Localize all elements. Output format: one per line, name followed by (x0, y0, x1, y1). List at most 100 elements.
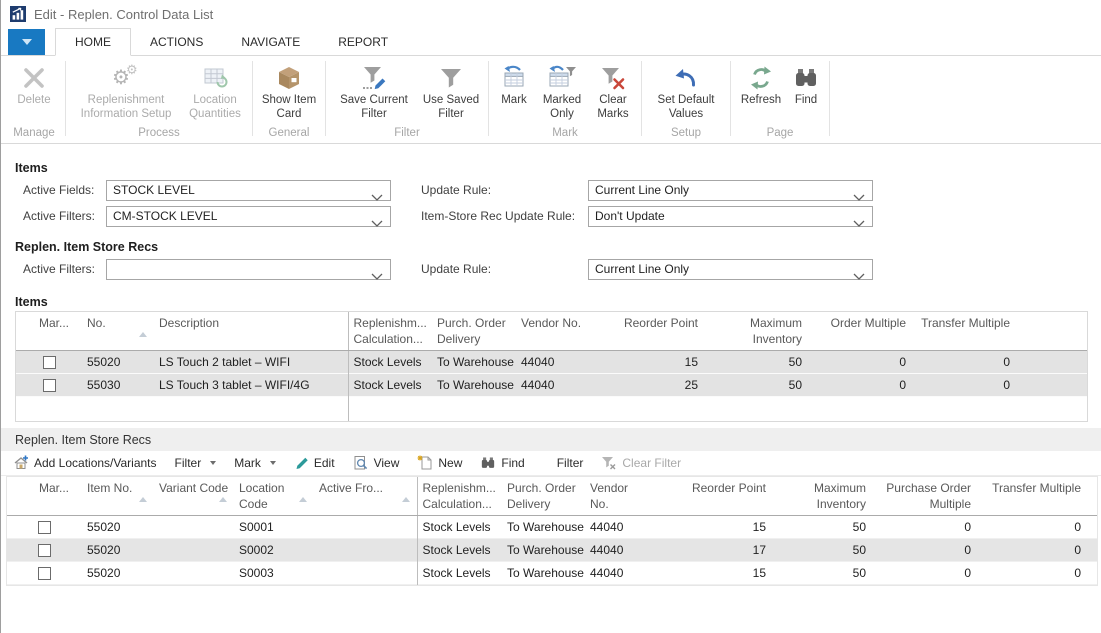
add-location-icon (13, 455, 29, 471)
use-saved-filter-button[interactable]: Use Saved Filter (418, 58, 484, 121)
chevron-down-icon (371, 214, 383, 233)
column-header-transfer-multiple[interactable]: Transfer Multiple (912, 312, 1016, 351)
view-document-icon (353, 455, 369, 471)
marked-only-button[interactable]: Marked Only (535, 58, 589, 121)
tab-navigate[interactable]: NAVIGATE (222, 29, 319, 55)
store-recs-section-title: Replen. Item Store Recs (15, 433, 151, 447)
mark-table-icon (500, 61, 528, 94)
tab-actions[interactable]: ACTIONS (131, 29, 222, 55)
ribbon-tab-strip: HOME ACTIONS NAVIGATE REPORT (1, 28, 1101, 56)
tab-report[interactable]: REPORT (319, 29, 407, 55)
view-button[interactable]: View (353, 455, 400, 471)
sort-ascending-icon (219, 497, 227, 502)
sort-ascending-icon (299, 497, 307, 502)
ribbon-group-general: Show Item Card General (254, 56, 324, 143)
show-item-card-button[interactable]: Show Item Card (257, 58, 321, 121)
store-update-rule-select[interactable]: Current Line Only (588, 259, 873, 280)
column-header-maximum-inventory[interactable]: Maximum Inventory (772, 477, 872, 516)
item-box-icon (275, 61, 303, 94)
table-row[interactable]: 55020 S0001 Stock Levels To Warehouse 44… (7, 516, 1097, 539)
mark-dropdown-button[interactable]: Mark (234, 456, 276, 470)
app-window: Edit - Replen. Control Data List HOME AC… (0, 0, 1101, 633)
column-header-mark[interactable]: Mar... (16, 312, 82, 351)
update-rule-select[interactable]: Current Line Only (588, 180, 873, 201)
find-button-toolbar[interactable]: Find (480, 455, 524, 471)
add-locations-variants-button[interactable]: Add Locations/Variants (13, 455, 157, 471)
column-header-mark[interactable]: Mar... (7, 477, 82, 516)
title-bar: Edit - Replen. Control Data List (1, 0, 1101, 28)
column-header-order-multiple[interactable]: Order Multiple (808, 312, 912, 351)
delete-button: Delete (7, 58, 61, 108)
row-checkbox[interactable] (43, 356, 56, 369)
store-update-rule-label: Update Rule: (421, 259, 491, 280)
table-refresh-icon (202, 61, 228, 94)
row-checkbox[interactable] (38, 521, 51, 534)
column-header-replenish-calculation[interactable]: Replenishm... Calculation... (417, 477, 502, 516)
table-row[interactable]: 55020 LS Touch 2 tablet – WIFI Stock Lev… (16, 351, 1087, 374)
column-header-vendor-no[interactable]: Vendor No. (516, 312, 592, 351)
row-checkbox[interactable] (43, 379, 56, 392)
pencil-icon (294, 456, 309, 471)
row-checkbox[interactable] (38, 567, 51, 580)
table-row[interactable]: 55030 LS Touch 3 tablet – WIFI/4G Stock … (16, 374, 1087, 397)
chevron-down-icon (371, 188, 383, 207)
clear-marks-button[interactable]: Clear Marks (589, 58, 637, 121)
find-button[interactable]: Find (787, 58, 825, 108)
column-header-reorder-point[interactable]: Reorder Point (592, 312, 704, 351)
sort-ascending-icon (402, 497, 410, 502)
item-store-rec-update-rule-select[interactable]: Don't Update (588, 206, 873, 227)
empty-row (16, 397, 1087, 421)
refresh-icon (748, 61, 774, 94)
column-header-location-code[interactable]: Location Code (234, 477, 314, 516)
ribbon-group-mark: Mark Marked Only (490, 56, 640, 143)
column-header-vendor-no[interactable]: Vendor No. (585, 477, 650, 516)
edit-button[interactable]: Edit (294, 456, 335, 471)
binoculars-icon (480, 455, 496, 471)
filter-button[interactable]: Filter (557, 456, 584, 470)
ribbon-group-page: Refresh Find Page (732, 56, 828, 143)
column-header-variant-code[interactable]: Variant Code (154, 477, 234, 516)
store-recs-toolbar: Add Locations/Variants Filter Mark Edit (1, 451, 1101, 476)
filter-save-icon (360, 61, 388, 94)
filter-icon (438, 61, 464, 94)
column-header-no[interactable]: No. (82, 312, 154, 351)
refresh-button[interactable]: Refresh (735, 58, 787, 108)
set-default-values-button[interactable]: Set Default Values (646, 58, 726, 121)
table-row-selected[interactable]: 55020 S0002 Stock Levels To Warehouse 44… (7, 539, 1097, 562)
gears-icon: ⚙⚙ (111, 61, 141, 94)
store-active-filters-select[interactable] (106, 259, 391, 280)
column-header-item-no[interactable]: Item No. (82, 477, 154, 516)
chevron-down-icon (853, 188, 865, 207)
update-rule-label: Update Rule: (421, 180, 491, 201)
column-header-purch-order-delivery[interactable]: Purch. Order Delivery (502, 477, 585, 516)
column-header-maximum-inventory[interactable]: Maximum Inventory (704, 312, 808, 351)
column-header-replenish-calculation[interactable]: Replenishm... Calculation... (348, 312, 432, 351)
store-active-filters-label: Active Filters: (23, 259, 95, 280)
mark-button[interactable]: Mark (493, 58, 535, 108)
tab-home[interactable]: HOME (55, 28, 131, 56)
ribbon-group-divider (730, 61, 731, 136)
active-filters-select[interactable]: CM-STOCK LEVEL (106, 206, 391, 227)
ribbon-group-label: Filter (330, 127, 484, 143)
column-header-purch-order-delivery[interactable]: Purch. Order Delivery (432, 312, 516, 351)
mark-table-filter-icon (547, 61, 577, 94)
chevron-down-icon (371, 267, 383, 286)
row-checkbox[interactable] (38, 544, 51, 557)
clear-filter-button: Clear Filter (601, 455, 681, 471)
column-header-active-from[interactable]: Active Fro... (314, 477, 417, 516)
column-header-reorder-point[interactable]: Reorder Point (650, 477, 772, 516)
column-header-transfer-multiple[interactable]: Transfer Multiple (977, 477, 1087, 516)
save-current-filter-button[interactable]: Save Current Filter (330, 58, 418, 121)
table-row[interactable]: 55020 S0003 Stock Levels To Warehouse 44… (7, 562, 1097, 585)
chevron-down-icon (853, 214, 865, 233)
application-menu-button[interactable] (8, 29, 45, 55)
new-button[interactable]: New (417, 455, 462, 471)
items-grid-title: Items (15, 295, 48, 309)
location-quantities-button: Location Quantities (182, 58, 248, 121)
column-header-purchase-order-multiple[interactable]: Purchase Order Multiple (872, 477, 977, 516)
column-header-description[interactable]: Description (154, 312, 348, 351)
filter-dropdown-button[interactable]: Filter (175, 456, 217, 470)
column-header-filler (1016, 312, 1087, 351)
ribbon-group-process: ⚙⚙ Replenishment Information Setup Locat… (67, 56, 251, 143)
active-fields-select[interactable]: STOCK LEVEL (106, 180, 391, 201)
